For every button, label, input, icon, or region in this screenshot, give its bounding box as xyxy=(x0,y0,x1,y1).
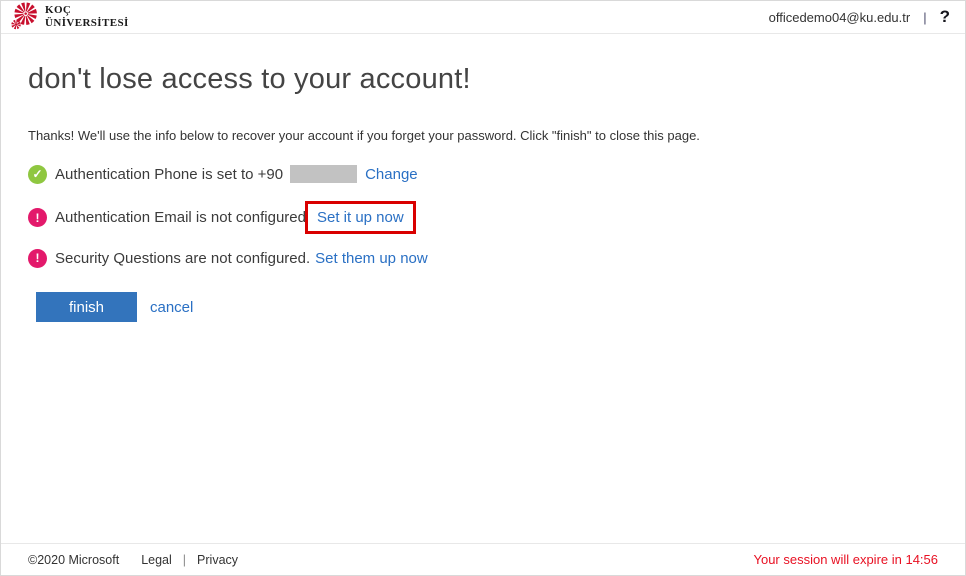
koc-fan-logo-icon xyxy=(9,2,39,32)
page-title: don't lose access to your account! xyxy=(28,63,471,96)
signed-in-user-email: officedemo04@ku.edu.tr xyxy=(769,10,911,25)
logo-text: KOÇ ÜNİVERSİTESİ xyxy=(45,4,129,29)
header-bar: KOÇ ÜNİVERSİTESİ officedemo04@ku.edu.tr … xyxy=(1,1,965,34)
set-up-questions-link[interactable]: Set them up now xyxy=(315,250,428,267)
security-questions-status-text: Security Questions are not configured. xyxy=(55,250,310,267)
auth-email-row: ! Authentication Email is not configured… xyxy=(28,201,416,234)
change-phone-link[interactable]: Change xyxy=(365,166,418,183)
header-separator: | xyxy=(923,10,926,25)
koc-university-logo: KOÇ ÜNİVERSİTESİ xyxy=(9,2,129,32)
auth-email-status-text: Authentication Email is not configured xyxy=(55,209,306,226)
logo-line1: KOÇ xyxy=(45,4,129,17)
auth-phone-status-text: Authentication Phone is set to +90 xyxy=(55,166,283,183)
footer-separator: | xyxy=(183,553,186,567)
legal-link[interactable]: Legal xyxy=(141,553,172,567)
copyright-text: ©2020 Microsoft xyxy=(28,553,119,567)
privacy-link[interactable]: Privacy xyxy=(197,553,238,567)
header-right: officedemo04@ku.edu.tr | ? xyxy=(769,7,950,27)
finish-button[interactable]: finish xyxy=(36,292,137,322)
footer-left: ©2020 Microsoft Legal | Privacy xyxy=(28,553,238,567)
cancel-link[interactable]: cancel xyxy=(150,299,193,316)
footer-bar: ©2020 Microsoft Legal | Privacy Your ses… xyxy=(1,543,965,575)
intro-text: Thanks! We'll use the info below to reco… xyxy=(28,128,700,143)
auth-phone-row: ✓ Authentication Phone is set to +90 Cha… xyxy=(28,164,418,184)
redacted-phone-number xyxy=(290,165,357,183)
security-questions-row: ! Security Questions are not configured.… xyxy=(28,248,428,268)
session-expiry-notice: Your session will expire in 14:56 xyxy=(753,552,938,567)
set-up-email-link[interactable]: Set it up now xyxy=(317,209,404,226)
exclamation-icon: ! xyxy=(28,249,47,268)
red-highlight-box: Set it up now xyxy=(305,201,416,234)
exclamation-icon: ! xyxy=(28,208,47,227)
action-buttons: finish cancel xyxy=(36,292,193,322)
password-reset-registration-page: KOÇ ÜNİVERSİTESİ officedemo04@ku.edu.tr … xyxy=(0,0,966,576)
help-icon[interactable]: ? xyxy=(940,7,950,27)
check-icon: ✓ xyxy=(28,165,47,184)
logo-line2: ÜNİVERSİTESİ xyxy=(45,17,129,30)
